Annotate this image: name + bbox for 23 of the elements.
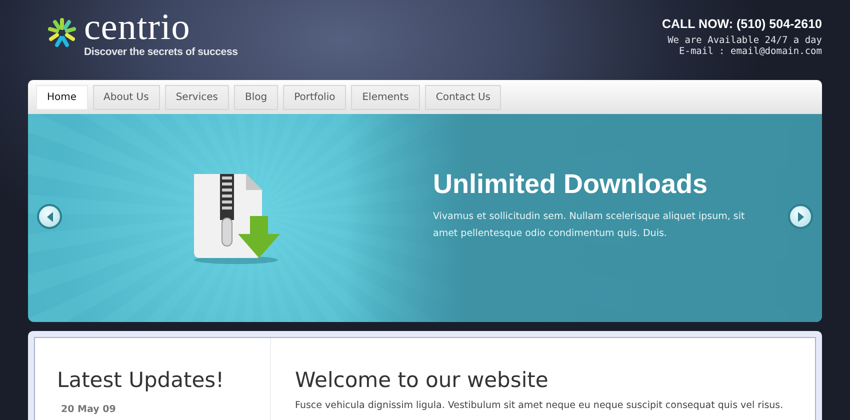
starburst-logo-icon bbox=[46, 17, 78, 49]
nav-tab[interactable]: Services bbox=[164, 84, 229, 110]
tagline: Discover the secrets of success bbox=[84, 46, 238, 58]
right-triangle-icon bbox=[796, 212, 804, 222]
slide-title: Unlimited Downloads bbox=[433, 168, 709, 200]
nav-tab[interactable]: Elements bbox=[351, 84, 420, 110]
nav-tab[interactable]: Portfolio bbox=[283, 84, 346, 110]
nav-tab[interactable]: Blog bbox=[234, 84, 278, 110]
nav-tab[interactable]: Contact Us bbox=[424, 84, 502, 110]
phone-number: CALL NOW: (510) 504-2610 bbox=[662, 17, 822, 31]
updates-heading: Latest Updates! bbox=[57, 368, 225, 392]
welcome-heading: Welcome to our website bbox=[295, 368, 550, 392]
welcome-text: Fusce vehicula dignissim ligula. Vestibulum sit amet neque eu neque suscipit consequat quis vel risus. bbox=[295, 400, 784, 411]
nav-tab[interactable]: Home bbox=[36, 84, 88, 110]
email-text: E-mail : email@domain.com bbox=[679, 46, 822, 57]
left-triangle-icon bbox=[46, 212, 54, 222]
update-date: 20 May 09 bbox=[61, 404, 117, 415]
slide-text: Vivamus et sollicitudin sem. Nullam scelerisque aliquet ipsum, sit amet pellentesque odio condimentum quis. Duis. bbox=[433, 210, 746, 240]
next-button[interactable] bbox=[788, 204, 813, 229]
nav-tab[interactable]: About Us bbox=[92, 84, 160, 110]
logo-wordmark[interactable]: centrio bbox=[84, 13, 238, 43]
previous-button[interactable] bbox=[37, 204, 62, 229]
availability-text: We are Available 24/7 a day bbox=[668, 35, 822, 46]
